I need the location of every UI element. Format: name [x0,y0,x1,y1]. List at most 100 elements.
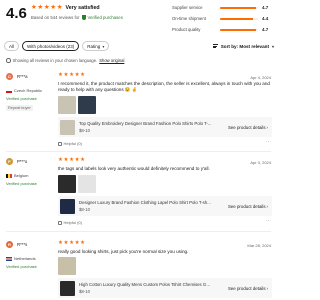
review-filters: All With photos/videos (23) Rating ▾ Sor… [4,40,274,52]
star-icon: ★ [74,157,80,163]
language-note-text: Showing all reviews in your chosen langu… [12,58,98,63]
metric-supplier-service: Supplier service 4.7 [172,2,274,13]
metric-bar [220,28,258,31]
star-icon: ★ [63,72,69,78]
review-date: Apr 4, 2024 [250,75,271,80]
review-photo[interactable] [58,96,76,114]
flag-netherlands-icon [6,256,12,261]
sort-label: Sort by: Most relevant [220,43,269,49]
divider [6,151,271,152]
rating-metrics: Supplier service 4.7 On-time shipment 4.… [172,2,274,35]
chevron-down-icon: ▾ [271,43,274,49]
star-icon: ★ [50,4,57,11]
review-date: Mar 28, 2024 [247,243,271,248]
avatar: C [6,73,13,80]
metric-bar-fill [220,28,256,31]
star-icon: ★ [69,240,74,246]
country-name: Netherlands [14,256,36,261]
product-info: Designer Luxury Brand Fashion Clothing L… [79,200,212,212]
metric-label: On-time shipment [172,16,206,21]
star-icon: ★ [74,72,80,78]
metric-label: Product quality [172,27,201,32]
metric-value: 4.7 [262,5,269,10]
reviewer-name: R***s [17,242,28,247]
review-photo[interactable] [58,175,76,193]
see-product-details-label: See product details [227,203,266,209]
verified-purchase-label: Verified purchase [6,264,37,269]
product-row[interactable]: Designer Luxury Brand Fashion Clothing L… [58,196,272,216]
see-product-details-link[interactable]: See product details › [228,286,268,291]
metric-bar [220,6,258,9]
reviewer-name: P***o [17,159,28,164]
reviewer-name: R***a [17,74,28,79]
star-icon: ★ [37,4,44,11]
metric-value: 4.7 [262,27,269,32]
helpful-label: Helpful (0) [63,220,82,225]
more-options-icon[interactable]: ⋯ [266,218,271,224]
star-icon: ★ [58,157,63,163]
repeat-buyer-badge: Repeat buyer [6,105,33,111]
review-photos [58,175,96,193]
product-row[interactable]: High Cotton Luxury Quality Mens Custom P… [58,278,272,298]
see-product-details-label: See product details [227,285,266,291]
based-on-label: Based on 544 reviews for [31,15,80,20]
reviewer-country: Czech Republic [6,88,42,93]
reviewer-country: Belgium [6,173,28,178]
filter-rating-label: Rating [87,43,101,49]
metric-product-quality: Product quality 4.7 [172,24,274,35]
show-original-link[interactable]: Show original [99,58,124,63]
review-stars: ★ ★ ★ ★ ★ [58,240,85,247]
filter-rating-dropdown[interactable]: Rating ▾ [82,41,110,51]
filter-all-chip[interactable]: All [4,41,20,51]
chevron-down-icon: ▾ [102,43,105,49]
helpful-button[interactable]: Helpful (0) [58,141,82,146]
star-icon: ★ [58,72,63,78]
sort-dropdown[interactable]: Sort by: Most relevant ▾ [212,43,274,49]
more-options-icon[interactable]: ⋯ [266,139,271,145]
product-row[interactable]: Top Quality Embroidery Designer Brand Fa… [58,117,272,137]
product-title: Designer Luxury Brand Fashion Clothing L… [79,200,211,205]
product-price: $8-10 [79,289,90,294]
chevron-right-icon: › [266,285,268,291]
product-thumbnail [60,119,75,135]
review-text: really good looking shirts, just pick yo… [58,249,189,254]
overall-score: 4.6 [6,5,27,22]
review-text: I recommend it, the product matches the … [58,81,270,92]
product-thumbnail [60,280,75,296]
star-icon: ★ [74,240,80,246]
metric-on-time-shipment: On-time shipment 4.4 [172,13,274,24]
avatar: R [6,241,13,248]
overall-stars: ★ ★ ★ ★ ★ [31,4,63,12]
see-product-details-link[interactable]: See product details › [228,125,268,130]
country-name: Belgium [14,173,29,178]
satisfaction-label: Very satisfied [65,5,100,12]
sort-icon [212,44,218,48]
review-date: Apr 3, 2024 [250,160,271,165]
see-product-details-link[interactable]: See product details › [228,204,268,209]
globe-icon [6,58,11,63]
chevron-right-icon: › [266,124,268,130]
divider [6,231,271,232]
star-icon: ★ [31,4,37,11]
product-price: $8-10 [79,207,90,212]
product-info: High Cotton Luxury Quality Mens Custom P… [79,282,212,294]
review-photo[interactable] [58,257,76,275]
filter-photos-chip[interactable]: With photos/videos (23) [22,41,80,51]
verified-purchase-label: Verified purchase [6,181,37,186]
based-on-text: Based on 544 reviews for Verified purcha… [31,15,123,20]
shield-icon [81,15,86,20]
flag-czech-icon [6,88,12,93]
review-text: the tags and labels look very authentic … [58,166,210,171]
rating-summary: 4.6 ★ ★ ★ ★ ★ Very satisfied Based on 54… [0,0,277,38]
star-icon: ★ [69,157,74,163]
product-title: High Cotton Luxury Quality Mens Custom P… [79,282,212,287]
verified-purchases-link[interactable]: Verified purchases [88,15,123,20]
star-icon: ★ [43,4,50,11]
review-photos [58,96,96,114]
review-photo[interactable] [78,96,96,114]
star-icon: ★ [56,4,63,11]
thumbs-up-icon [58,220,62,225]
product-thumbnail [60,198,75,214]
review-photo[interactable] [78,175,96,193]
helpful-button[interactable]: Helpful (0) [58,220,82,225]
